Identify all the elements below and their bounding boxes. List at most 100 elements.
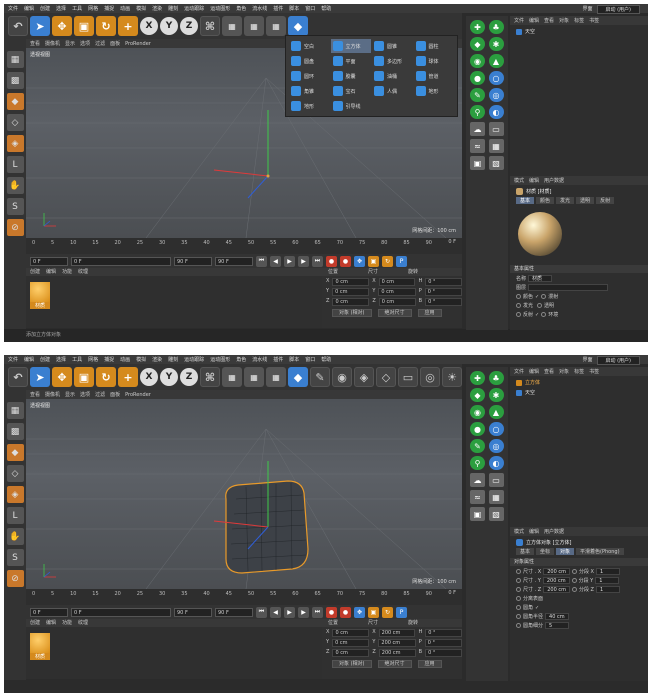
light-icon[interactable]: ☀: [442, 367, 462, 387]
primitive-cylinder[interactable]: 圆柱: [414, 39, 455, 53]
tab-color[interactable]: 颜色: [536, 197, 555, 204]
menu-select[interactable]: 选择: [56, 356, 66, 363]
edges-mode-icon[interactable]: ◇: [6, 465, 24, 482]
subdivision-icon[interactable]: ◉: [470, 405, 485, 419]
obj-menu-tags[interactable]: 标签: [574, 368, 584, 375]
pos-y-field[interactable]: 0 cm: [332, 639, 370, 647]
mat-menu-edit[interactable]: 编辑: [46, 268, 56, 276]
segments-y-input[interactable]: 1: [595, 577, 620, 584]
subdivision-icon[interactable]: ◉: [470, 54, 485, 68]
rot-b-field[interactable]: 0 °: [425, 649, 462, 657]
timeline[interactable]: 0 5 10 15 20 25 30 35 40 45 50 55 60 65 70 75 80 85 90 0 F: [26, 238, 462, 254]
primitive-plane[interactable]: 平面: [331, 54, 372, 68]
volume-icon[interactable]: ▦: [488, 490, 504, 504]
end-frame-field-2[interactable]: 90 F: [215, 607, 253, 617]
prev-key-icon[interactable]: ◀: [270, 255, 281, 267]
floor-icon[interactable]: ▭: [488, 122, 504, 136]
size-x-input[interactable]: 200 cm: [543, 568, 570, 575]
primitive-disc[interactable]: 圆盘: [289, 54, 330, 68]
tag-icon[interactable]: ⚲: [470, 105, 485, 119]
vp-menu-filter[interactable]: 过滤: [95, 391, 105, 398]
vp-menu-filter[interactable]: 过滤: [95, 40, 105, 47]
object-row[interactable]: 天空: [510, 28, 648, 35]
vp-menu-display[interactable]: 显示: [65, 40, 75, 47]
menu-sculpt[interactable]: 雕刻: [168, 5, 178, 12]
vp-menu-options[interactable]: 选项: [80, 40, 90, 47]
menu-simulate[interactable]: 模拟: [136, 356, 146, 363]
add-icon[interactable]: +: [118, 16, 138, 36]
tweak-icon[interactable]: ✋: [6, 177, 24, 194]
points-mode-icon[interactable]: ◆: [6, 444, 24, 461]
size-y-input[interactable]: 200 cm: [542, 577, 570, 584]
menu-motion-tracking[interactable]: 运动跟踪: [184, 5, 204, 12]
auto-key-icon[interactable]: ●: [340, 606, 351, 618]
vp-menu-camera[interactable]: 摄像机: [45, 40, 60, 47]
menu-script[interactable]: 脚本: [289, 356, 299, 363]
key-move-icon[interactable]: ✥: [354, 255, 365, 267]
key-param-icon[interactable]: P: [396, 255, 407, 267]
menu-tools[interactable]: 工具: [72, 5, 82, 12]
size-z-field[interactable]: 200 cm: [378, 649, 416, 657]
primitive-platonic[interactable]: 宝石: [331, 84, 372, 98]
perspective-viewport[interactable]: 透视视图 网格间距：100 cm: [26, 399, 462, 589]
end-frame-field-2[interactable]: 90 F: [215, 256, 253, 266]
color-checkbox[interactable]: ✓: [535, 294, 539, 300]
spline-icon[interactable]: ○: [488, 71, 504, 85]
x-axis-icon[interactable]: X: [140, 368, 158, 386]
menu-mograph[interactable]: 运动图形: [210, 5, 230, 12]
segments-z-input[interactable]: 1: [595, 586, 620, 593]
go-to-end-icon[interactable]: ⏭: [312, 255, 323, 267]
pos-y-field[interactable]: 0 cm: [332, 288, 370, 296]
vp-menu-camera[interactable]: 摄像机: [45, 391, 60, 398]
obj-menu-objects[interactable]: 对象: [559, 368, 569, 375]
size-z-field[interactable]: 0 cm: [378, 298, 416, 306]
start-frame-field[interactable]: 0 F: [71, 607, 171, 617]
cube-icon[interactable]: ◆: [288, 16, 308, 36]
attr-menu-mode[interactable]: 模式: [514, 528, 524, 535]
vp-menu-panel[interactable]: 面板: [110, 391, 120, 398]
mat-menu-function[interactable]: 功能: [62, 268, 72, 276]
menu-character[interactable]: 角色: [236, 356, 246, 363]
workplane-icon[interactable]: ⊘: [6, 219, 24, 236]
menu-window[interactable]: 窗口: [305, 5, 315, 12]
light-icon[interactable]: ✎: [470, 88, 485, 102]
object-row[interactable]: 立方体: [510, 379, 648, 386]
subdivide-icon[interactable]: ◉: [332, 367, 352, 387]
sky-icon[interactable]: ☁: [470, 473, 485, 487]
workplane-icon[interactable]: ⊘: [6, 570, 24, 587]
object-row[interactable]: 天空: [510, 389, 648, 396]
coordinate-system-icon[interactable]: ⌘: [200, 16, 220, 36]
deformer-icon[interactable]: ●: [470, 71, 485, 85]
scale-icon[interactable]: ▣: [74, 16, 94, 36]
texture-mode-icon[interactable]: ▩: [6, 423, 24, 440]
layout-dropdown[interactable]: 启动 (用户): [596, 356, 640, 365]
mat-menu-create[interactable]: 创建: [30, 619, 40, 627]
play-icon[interactable]: ▶: [284, 255, 295, 267]
shader-icon[interactable]: ▣: [470, 156, 485, 170]
undo-icon[interactable]: ↶: [8, 16, 28, 36]
attr-menu-edit[interactable]: 编辑: [529, 528, 539, 535]
menu-help[interactable]: 帮助: [321, 356, 331, 363]
rot-h-field[interactable]: 0 °: [425, 629, 462, 637]
menu-file[interactable]: 文件: [8, 356, 18, 363]
tab-luminance[interactable]: 发光: [556, 197, 575, 204]
axis-mode-icon[interactable]: L: [6, 156, 24, 173]
cursor-icon[interactable]: ➤: [30, 367, 50, 387]
tree-icon[interactable]: ♣: [488, 371, 504, 385]
tab-basic[interactable]: 基本: [516, 197, 535, 204]
primitive-terrain[interactable]: 地形: [289, 99, 330, 113]
prev-key-icon[interactable]: ◀: [270, 606, 281, 618]
fillet-radius-input[interactable]: 40 cm: [545, 613, 570, 620]
primitive-capsule[interactable]: 胶囊: [331, 69, 372, 83]
snap-icon[interactable]: S: [6, 198, 24, 215]
scale-icon[interactable]: ▣: [74, 367, 94, 387]
fracture-icon[interactable]: ✱: [488, 388, 504, 402]
primitive-tube[interactable]: 管道: [414, 69, 455, 83]
menu-pipeline[interactable]: 流水线: [252, 5, 267, 12]
rot-p-field[interactable]: 0 °: [424, 639, 462, 647]
go-to-start-icon[interactable]: ⏮: [256, 255, 267, 267]
snap-icon[interactable]: S: [6, 549, 24, 566]
spline-icon[interactable]: ○: [488, 422, 504, 436]
name-field[interactable]: 材质: [528, 275, 553, 282]
pos-z-field[interactable]: 0 cm: [332, 649, 370, 657]
